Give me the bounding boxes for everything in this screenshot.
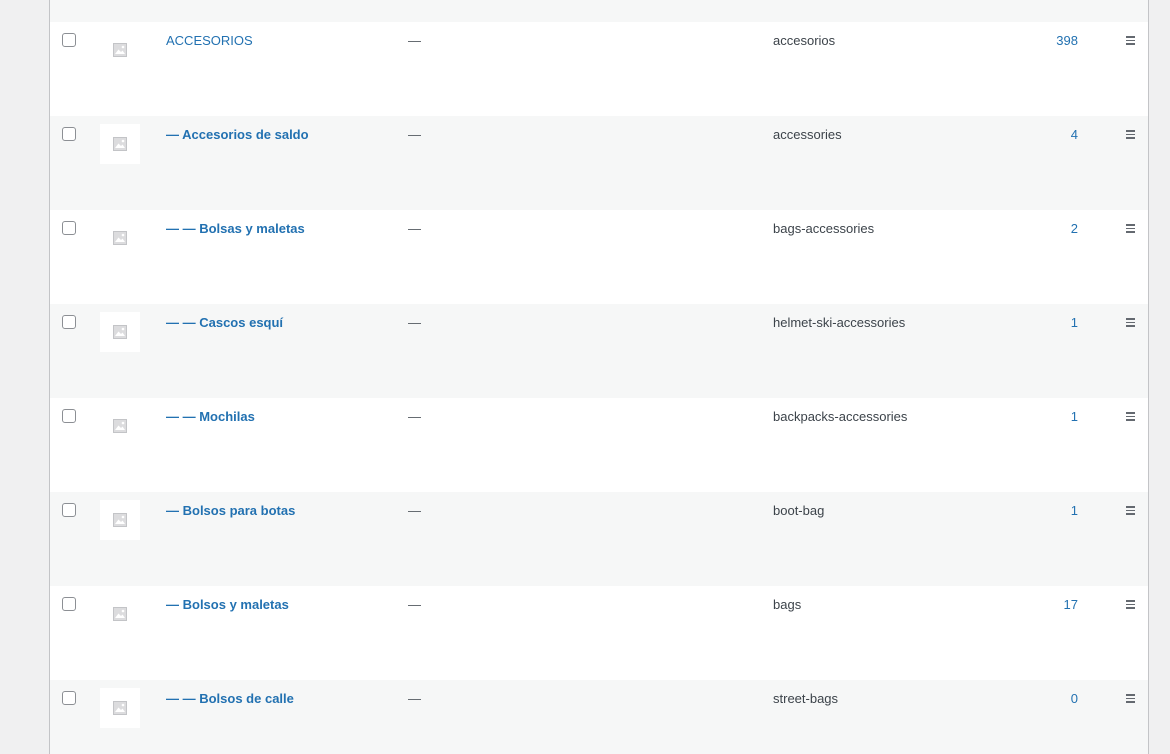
category-thumbnail: [100, 312, 140, 352]
image-placeholder-icon: [113, 513, 127, 527]
category-description: —: [408, 597, 421, 612]
table-body: ACCESORIOS — accesorios 398 — Accesorios…: [50, 22, 1148, 754]
image-placeholder-icon: [113, 231, 127, 245]
category-slug: bags-accessories: [773, 221, 875, 236]
table-row: — — Cascos esquí — helmet-ski-accessorie…: [50, 304, 1148, 398]
category-thumbnail: [100, 688, 140, 728]
image-placeholder-icon: [113, 607, 127, 621]
category-name-link[interactable]: — Accesorios de saldo: [166, 127, 309, 143]
row-checkbox[interactable]: [62, 127, 76, 141]
category-slug: backpacks-accessories: [773, 409, 908, 424]
category-name-link[interactable]: — Bolsos para botas: [166, 503, 295, 519]
row-checkbox[interactable]: [62, 409, 76, 423]
drag-handle-icon[interactable]: [1126, 600, 1136, 610]
row-checkbox[interactable]: [62, 315, 76, 329]
category-thumbnail: [100, 500, 140, 540]
category-name-link[interactable]: — — Cascos esquí: [166, 315, 283, 331]
category-count-link[interactable]: 0: [1071, 691, 1078, 707]
table-row: — — Bolsas y maletas — bags-accessories …: [50, 210, 1148, 304]
category-name-link[interactable]: — — Mochilas: [166, 409, 255, 425]
table-top-strip: [50, 0, 1148, 22]
category-description: —: [408, 503, 421, 518]
drag-handle-icon[interactable]: [1126, 130, 1136, 140]
drag-handle-icon[interactable]: [1126, 224, 1136, 234]
drag-handle-icon[interactable]: [1126, 506, 1136, 516]
category-count-link[interactable]: 4: [1071, 127, 1078, 143]
drag-handle-icon[interactable]: [1126, 694, 1136, 704]
category-slug: accessories: [773, 127, 842, 142]
image-placeholder-icon: [113, 419, 127, 433]
drag-handle-icon[interactable]: [1126, 318, 1136, 328]
category-count-link[interactable]: 17: [1064, 597, 1078, 613]
category-count-link[interactable]: 2: [1071, 221, 1078, 237]
category-description: —: [408, 33, 421, 48]
category-description: —: [408, 315, 421, 330]
row-checkbox[interactable]: [62, 221, 76, 235]
category-slug: boot-bag: [773, 503, 825, 518]
category-thumbnail: [100, 406, 140, 446]
category-description: —: [408, 221, 421, 236]
row-checkbox[interactable]: [62, 33, 76, 47]
category-slug: street-bags: [773, 691, 839, 706]
row-checkbox[interactable]: [62, 597, 76, 611]
row-checkbox[interactable]: [62, 691, 76, 705]
image-placeholder-icon: [113, 325, 127, 339]
table-row: — Bolsos para botas — boot-bag 1: [50, 492, 1148, 586]
category-slug: helmet-ski-accessories: [773, 315, 906, 330]
category-name-link[interactable]: — Bolsos y maletas: [166, 597, 289, 613]
category-thumbnail: [100, 594, 140, 634]
image-placeholder-icon: [113, 43, 127, 57]
category-description: —: [408, 691, 421, 706]
drag-handle-icon[interactable]: [1126, 412, 1136, 422]
image-placeholder-icon: [113, 137, 127, 151]
table-row: — — Bolsos de calle — street-bags 0: [50, 680, 1148, 754]
table-row: — Bolsos y maletas — bags 17: [50, 586, 1148, 680]
categories-table: ACCESORIOS — accesorios 398 — Accesorios…: [49, 0, 1149, 754]
category-name-link[interactable]: ACCESORIOS: [166, 33, 253, 49]
category-count-link[interactable]: 1: [1071, 315, 1078, 331]
drag-handle-icon[interactable]: [1126, 36, 1136, 46]
category-name-link[interactable]: — — Bolsos de calle: [166, 691, 294, 707]
category-description: —: [408, 409, 421, 424]
category-thumbnail: [100, 30, 140, 70]
category-slug: bags: [773, 597, 802, 612]
category-count-link[interactable]: 1: [1071, 503, 1078, 519]
category-thumbnail: [100, 124, 140, 164]
table-row: — Accesorios de saldo — accessories 4: [50, 116, 1148, 210]
category-thumbnail: [100, 218, 140, 258]
table-row: — — Mochilas — backpacks-accessories 1: [50, 398, 1148, 492]
category-count-link[interactable]: 398: [1056, 33, 1078, 49]
category-description: —: [408, 127, 421, 142]
table-row: ACCESORIOS — accesorios 398: [50, 22, 1148, 116]
category-count-link[interactable]: 1: [1071, 409, 1078, 425]
category-name-link[interactable]: — — Bolsas y maletas: [166, 221, 305, 237]
image-placeholder-icon: [113, 701, 127, 715]
row-checkbox[interactable]: [62, 503, 76, 517]
category-slug: accesorios: [773, 33, 836, 48]
